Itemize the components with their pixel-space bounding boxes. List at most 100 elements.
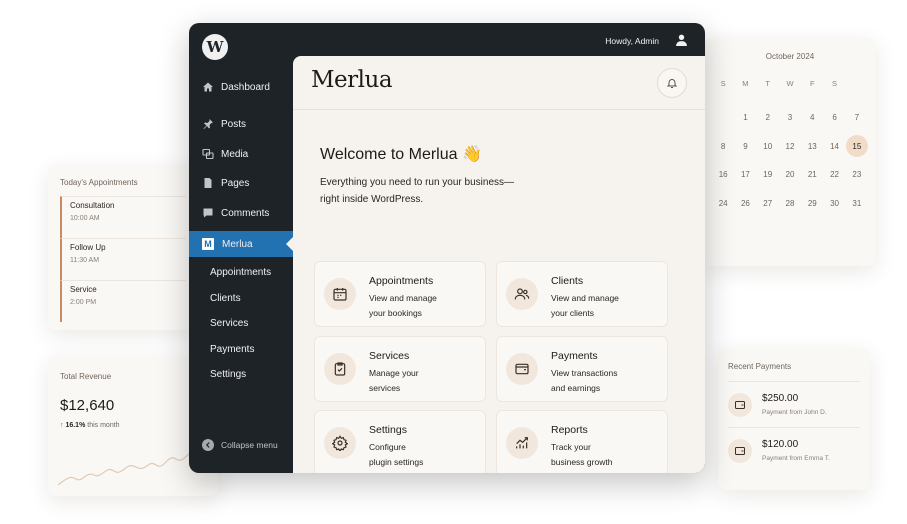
tile-title: Settings bbox=[369, 424, 407, 436]
calendar-day[interactable]: 31 bbox=[846, 189, 868, 218]
calendar-icon bbox=[324, 278, 356, 310]
appointment-time: 10:00 AM bbox=[70, 215, 100, 222]
calendar-day[interactable]: 19 bbox=[757, 161, 779, 190]
tile-description-line: View transactions bbox=[551, 368, 618, 378]
merlua-icon: M bbox=[202, 238, 214, 250]
payment-item[interactable]: $120.00 Payment from Emma T. bbox=[728, 427, 860, 473]
tile-description: View and manage your bookings bbox=[369, 291, 481, 321]
submenu-item-appointments[interactable]: Appointments bbox=[210, 267, 271, 278]
tile-reports[interactable]: Reports Track your business growth bbox=[496, 410, 668, 473]
sidebar-item-label: Dashboard bbox=[221, 81, 270, 93]
appointment-time: 2:00 PM bbox=[70, 299, 97, 306]
calendar-day[interactable]: 20 bbox=[779, 161, 801, 190]
submenu-item-services[interactable]: Services bbox=[210, 318, 248, 329]
calendar-month: October 2024 bbox=[765, 52, 815, 61]
tile-settings[interactable]: Settings Configure plugin settings bbox=[314, 410, 486, 473]
wallet-icon bbox=[728, 438, 752, 463]
revenue-change: 16.1% bbox=[65, 422, 86, 429]
tagline-line: right inside WordPress. bbox=[320, 194, 424, 205]
calendar-day bbox=[712, 104, 734, 133]
weekday-label: F bbox=[809, 78, 815, 88]
calendar-day[interactable]: 28 bbox=[779, 189, 801, 218]
payment-from: Payment from Emma T. bbox=[762, 455, 830, 462]
sidebar-item-comments[interactable]: Comments bbox=[189, 200, 293, 226]
weekday-label: W bbox=[786, 78, 794, 88]
collapse-menu-button[interactable]: Collapse menu bbox=[202, 439, 278, 451]
calendar-day[interactable]: 14 bbox=[823, 132, 845, 161]
calendar-day[interactable]: 3 bbox=[779, 104, 801, 133]
revenue-trend: ↑ 16.1% this month bbox=[60, 422, 206, 429]
calendar-day[interactable]: 23 bbox=[846, 161, 868, 190]
payment-from: Payment from John D. bbox=[762, 409, 827, 416]
tile-description-line: Manage your bbox=[369, 368, 419, 378]
tile-description-line: and earnings bbox=[551, 383, 601, 393]
appointment-time: 11:30 AM bbox=[70, 257, 100, 264]
sidebar-item-pages[interactable]: Pages bbox=[189, 170, 293, 196]
appointment-item[interactable]: Service 2:00 PM bbox=[60, 280, 186, 322]
calendar-day[interactable]: 6 bbox=[823, 104, 845, 133]
calendar-day[interactable]: 12 bbox=[779, 132, 801, 161]
calendar-day[interactable]: 16 bbox=[712, 161, 734, 190]
calendar-day[interactable]: 21 bbox=[801, 161, 823, 190]
tile-title: Clients bbox=[551, 275, 584, 287]
tile-description-line: Configure bbox=[369, 442, 406, 452]
gear-icon bbox=[324, 427, 356, 459]
sidebar-item-posts[interactable]: Posts bbox=[189, 111, 293, 137]
tile-services[interactable]: Services Manage your services bbox=[314, 336, 486, 402]
tile-appointments[interactable]: Appointments View and manage your bookin… bbox=[314, 261, 486, 327]
calendar-day[interactable]: 4 bbox=[801, 104, 823, 133]
submenu-item-payments[interactable]: Payments bbox=[210, 344, 254, 355]
revenue-card-title: Total Revenue bbox=[60, 372, 112, 381]
wallet-icon bbox=[506, 353, 538, 385]
appointments-card-title: Today's Appointments bbox=[60, 178, 138, 187]
tile-title: Appointments bbox=[369, 275, 434, 287]
calendar-day[interactable]: 10 bbox=[757, 132, 779, 161]
sidebar-item-label: Posts bbox=[221, 118, 247, 130]
user-icon[interactable] bbox=[675, 33, 688, 47]
wallet-icon bbox=[728, 392, 752, 417]
media-icon bbox=[202, 148, 214, 160]
weekday-label: S bbox=[720, 78, 726, 88]
payments-card-title: Recent Payments bbox=[728, 362, 792, 371]
calendar-day[interactable]: 30 bbox=[823, 189, 845, 218]
appointment-name: Follow Up bbox=[70, 243, 106, 252]
calendar-day-today[interactable]: 15 bbox=[845, 132, 868, 161]
calendar-day[interactable]: 2 bbox=[757, 104, 779, 133]
calendar-day[interactable]: 17 bbox=[734, 161, 756, 190]
calendar-day[interactable]: 27 bbox=[757, 189, 779, 218]
calendar-day[interactable]: 13 bbox=[801, 132, 823, 161]
calendar-day bbox=[712, 218, 734, 247]
tile-description-line: business growth bbox=[551, 457, 613, 467]
tile-clients[interactable]: Clients View and manage your clients bbox=[496, 261, 668, 327]
payment-item[interactable]: $250.00 Payment from John D. bbox=[728, 381, 860, 427]
calendar-day[interactable]: 7 bbox=[846, 104, 868, 133]
sidebar-item-merlua[interactable]: M Merlua bbox=[189, 231, 293, 257]
appointment-item[interactable]: Consultation 10:00 AM bbox=[60, 196, 186, 238]
arrow-up-icon: ↑ bbox=[60, 422, 64, 429]
welcome-tagline: Everything you need to run your business… bbox=[320, 174, 550, 208]
calendar-day[interactable]: 8 bbox=[712, 132, 734, 161]
tile-title: Reports bbox=[551, 424, 588, 436]
submenu-item-settings[interactable]: Settings bbox=[210, 369, 246, 380]
sidebar-item-label: Merlua bbox=[222, 238, 253, 250]
calendar-day[interactable]: 26 bbox=[734, 189, 756, 218]
tile-title: Payments bbox=[551, 350, 598, 362]
growth-chart-icon bbox=[506, 427, 538, 459]
calendar-day[interactable]: 24 bbox=[712, 189, 734, 218]
calendar-day[interactable]: 29 bbox=[801, 189, 823, 218]
sidebar-item-media[interactable]: Media bbox=[189, 141, 293, 167]
tile-description-line: plugin settings bbox=[369, 457, 424, 467]
calendar-day[interactable]: 9 bbox=[734, 132, 756, 161]
tile-payments[interactable]: Payments View transactions and earnings bbox=[496, 336, 668, 402]
user-greeting[interactable]: Howdy, Admin bbox=[605, 36, 659, 46]
brand-title: Merlua bbox=[311, 67, 393, 93]
revenue-change-suffix: this month bbox=[87, 422, 120, 429]
calendar-day[interactable]: 1 bbox=[734, 104, 756, 133]
payment-amount: $120.00 bbox=[762, 439, 799, 450]
appointment-item[interactable]: Follow Up 11:30 AM bbox=[60, 238, 186, 280]
submenu-item-clients[interactable]: Clients bbox=[210, 293, 241, 304]
sidebar-item-dashboard[interactable]: Dashboard bbox=[189, 74, 293, 100]
calendar-day[interactable]: 22 bbox=[823, 161, 845, 190]
sidebar-item-label: Pages bbox=[221, 177, 250, 189]
notifications-button[interactable] bbox=[657, 68, 687, 98]
